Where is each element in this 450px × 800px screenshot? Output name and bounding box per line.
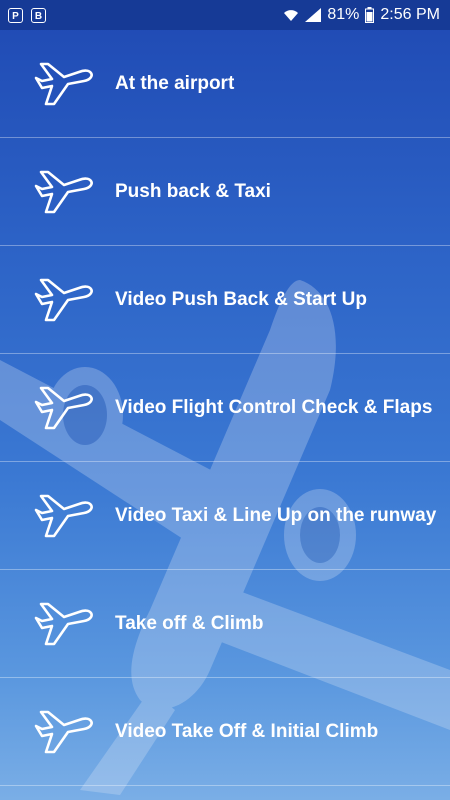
signal-icon (305, 8, 322, 22)
menu-item-5[interactable]: Video Taxi & Line Up on the runway (0, 462, 450, 570)
airplane-icon (34, 602, 93, 645)
wifi-icon (284, 10, 299, 21)
status-bar: P B 81% 2:56 PM (0, 0, 450, 30)
airplane-icon (34, 278, 93, 321)
menu-item-6[interactable]: Take off & Climb (0, 570, 450, 678)
menu-item-label: Video Push Back & Start Up (115, 288, 367, 310)
airplane-icon (34, 710, 93, 753)
battery-percentage: 81% (327, 6, 360, 23)
clock: 2:56 PM (380, 6, 440, 23)
menu-item-label: Video Flight Control Check & Flaps (115, 396, 433, 418)
notification-icon: P (8, 7, 23, 23)
battery-icon (365, 7, 375, 23)
menu-item-2[interactable]: Push back & Taxi (0, 138, 450, 246)
notification-icon: B (31, 7, 46, 23)
menu-item-7[interactable]: Video Take Off & Initial Climb (0, 678, 450, 786)
menu-list: At the airport Push back & Taxi Video Pu… (0, 30, 450, 786)
menu-item-3[interactable]: Video Push Back & Start Up (0, 246, 450, 354)
airplane-icon (34, 170, 93, 213)
menu-item-label: Video Take Off & Initial Climb (115, 720, 379, 742)
menu-item-4[interactable]: Video Flight Control Check & Flaps (0, 354, 450, 462)
menu-item-label: Push back & Taxi (115, 180, 271, 202)
menu-item-label: Take off & Climb (115, 612, 264, 634)
airplane-icon (34, 494, 93, 537)
menu-item-1[interactable]: At the airport (0, 30, 450, 138)
menu-item-label: Video Taxi & Line Up on the runway (115, 504, 437, 526)
menu-item-label: At the airport (115, 72, 235, 94)
airplane-icon (34, 386, 93, 429)
airplane-icon (34, 62, 93, 105)
